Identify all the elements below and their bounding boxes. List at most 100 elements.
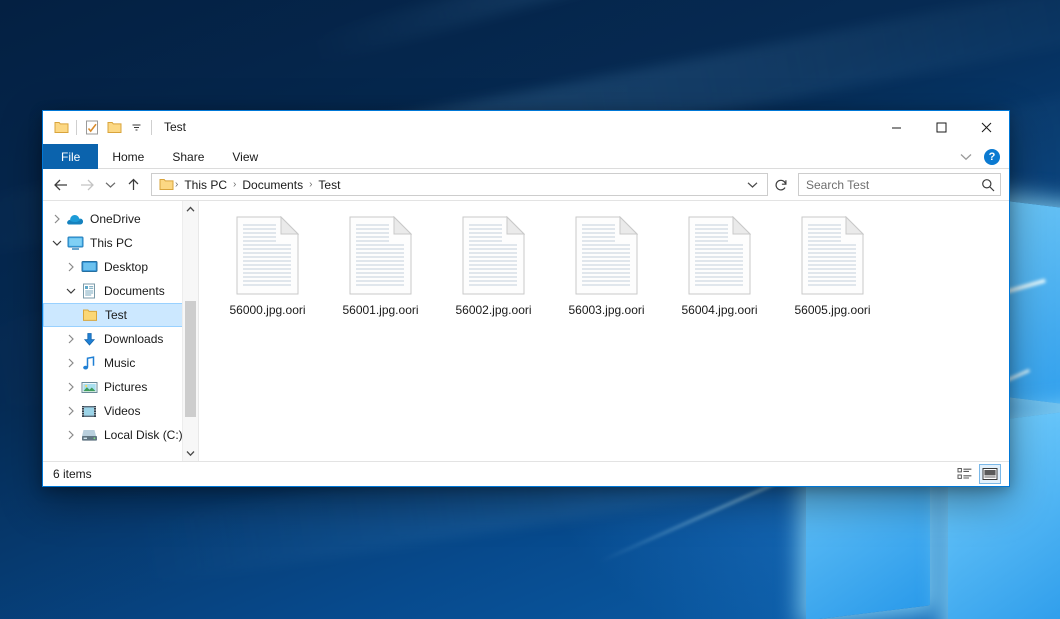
music-icon (79, 354, 99, 372)
folder-icon[interactable] (50, 117, 72, 139)
file-name-label: 56001.jpg.oori (342, 303, 418, 317)
sidebar-item-label: Videos (104, 405, 140, 417)
sidebar-item-local-disk-c[interactable]: Local Disk (C:) (43, 423, 198, 447)
search-icon[interactable] (981, 178, 995, 192)
tab-view[interactable]: View (218, 144, 272, 169)
minimize-button[interactable] (874, 111, 919, 144)
monitor-icon (65, 234, 85, 252)
folder-icon (80, 306, 100, 324)
generic-file-icon (228, 215, 308, 295)
file-name-label: 56004.jpg.oori (681, 303, 757, 317)
address-dropdown-icon[interactable] (747, 181, 765, 189)
explorer-body: OneDrive This PC (43, 200, 1009, 461)
large-icons-view-button[interactable] (979, 464, 1001, 484)
maximize-button[interactable] (919, 111, 964, 144)
view-mode-buttons (954, 462, 1001, 486)
pictures-icon (79, 378, 99, 396)
chevron-down-icon[interactable] (956, 153, 976, 161)
file-name-label: 56000.jpg.oori (229, 303, 305, 317)
chevron-right-icon[interactable] (63, 331, 79, 347)
chevron-right-icon[interactable] (63, 379, 79, 395)
file-item[interactable]: 56001.jpg.oori (324, 211, 437, 331)
file-name-label: 56005.jpg.oori (794, 303, 870, 317)
chevron-down-icon[interactable] (125, 117, 147, 139)
help-icon[interactable]: ? (984, 149, 1000, 165)
chevron-right-icon[interactable] (63, 427, 79, 443)
window-controls (874, 111, 1009, 144)
quick-access-toolbar (43, 111, 156, 144)
sidebar-item-label: Local Disk (C:) (104, 429, 183, 441)
forward-button[interactable] (75, 173, 99, 197)
desktop-background: Test File Home Share View (0, 0, 1060, 619)
sidebar-item-downloads[interactable]: Downloads (43, 327, 198, 351)
file-item[interactable]: 56005.jpg.oori (776, 211, 889, 331)
file-item[interactable]: 56000.jpg.oori (211, 211, 324, 331)
sidebar-item-music[interactable]: Music (43, 351, 198, 375)
properties-icon[interactable] (81, 117, 103, 139)
chevron-right-icon[interactable] (63, 355, 79, 371)
tab-share[interactable]: Share (158, 144, 218, 169)
sidebar-item-this-pc[interactable]: This PC (43, 231, 198, 255)
breadcrumb: › This PC › Documents › Test (157, 178, 747, 192)
search-box[interactable] (798, 173, 1001, 196)
search-input[interactable] (806, 178, 981, 192)
sidebar-item-documents[interactable]: Documents (43, 279, 198, 303)
downloads-icon (79, 330, 99, 348)
file-item[interactable]: 56004.jpg.oori (663, 211, 776, 331)
toolbar-separator (151, 120, 152, 135)
cloud-icon (65, 210, 85, 228)
navigation-pane: OneDrive This PC (43, 201, 199, 461)
breadcrumb-item-this-pc[interactable]: This PC (179, 178, 232, 192)
file-item[interactable]: 56002.jpg.oori (437, 211, 550, 331)
sidebar-item-label: Pictures (104, 381, 147, 393)
breadcrumb-item-documents[interactable]: Documents (237, 178, 308, 192)
scroll-down-button[interactable] (183, 445, 198, 461)
breadcrumb-item-test[interactable]: Test (313, 178, 345, 192)
sidebar-item-onedrive[interactable]: OneDrive (43, 207, 198, 231)
new-folder-icon[interactable] (103, 117, 125, 139)
chevron-right-icon[interactable] (63, 259, 79, 275)
sidebar-item-desktop[interactable]: Desktop (43, 255, 198, 279)
videos-icon (79, 402, 99, 420)
file-item[interactable]: 56003.jpg.oori (550, 211, 663, 331)
window-title: Test (164, 111, 186, 144)
close-button[interactable] (964, 111, 1009, 144)
desktop-icon (79, 258, 99, 276)
scroll-up-button[interactable] (183, 201, 198, 217)
tab-home[interactable]: Home (98, 144, 158, 169)
address-bar[interactable]: › This PC › Documents › Test (151, 173, 768, 196)
file-explorer-window: Test File Home Share View (42, 110, 1010, 487)
chevron-down-icon[interactable] (63, 283, 79, 299)
documents-icon (79, 282, 99, 300)
sidebar-item-label: Downloads (104, 333, 163, 345)
sidebar-item-label: OneDrive (90, 213, 141, 225)
sidebar-item-videos[interactable]: Videos (43, 399, 198, 423)
generic-file-icon (793, 215, 873, 295)
details-view-button[interactable] (954, 464, 976, 484)
navigation-scrollbar[interactable] (182, 201, 198, 461)
generic-file-icon (454, 215, 534, 295)
scrollbar-thumb[interactable] (185, 301, 196, 417)
up-button[interactable] (121, 173, 145, 197)
sidebar-item-test[interactable]: Test (43, 303, 198, 327)
chevron-down-icon[interactable] (49, 235, 65, 251)
chevron-right-icon[interactable] (49, 211, 65, 227)
file-name-label: 56002.jpg.oori (455, 303, 531, 317)
sidebar-item-label: Test (105, 309, 127, 321)
file-list-area[interactable]: 56000.jpg.oori 56001.j (199, 201, 1009, 461)
back-button[interactable] (49, 173, 73, 197)
sidebar-item-pictures[interactable]: Pictures (43, 375, 198, 399)
sidebar-item-label: Desktop (104, 261, 148, 273)
file-grid: 56000.jpg.oori 56001.j (211, 211, 1009, 331)
refresh-button[interactable] (770, 173, 792, 196)
disk-icon (79, 426, 99, 444)
folder-icon[interactable] (157, 178, 174, 191)
sidebar-item-label: Music (104, 357, 135, 369)
tab-file[interactable]: File (43, 144, 98, 169)
recent-locations-button[interactable] (101, 173, 119, 197)
chevron-right-icon[interactable] (63, 403, 79, 419)
item-count-label: 6 items (53, 467, 92, 481)
title-bar: Test (43, 111, 1009, 144)
sidebar-item-label: This PC (90, 237, 133, 249)
ribbon-right-controls: ? (956, 144, 1003, 169)
